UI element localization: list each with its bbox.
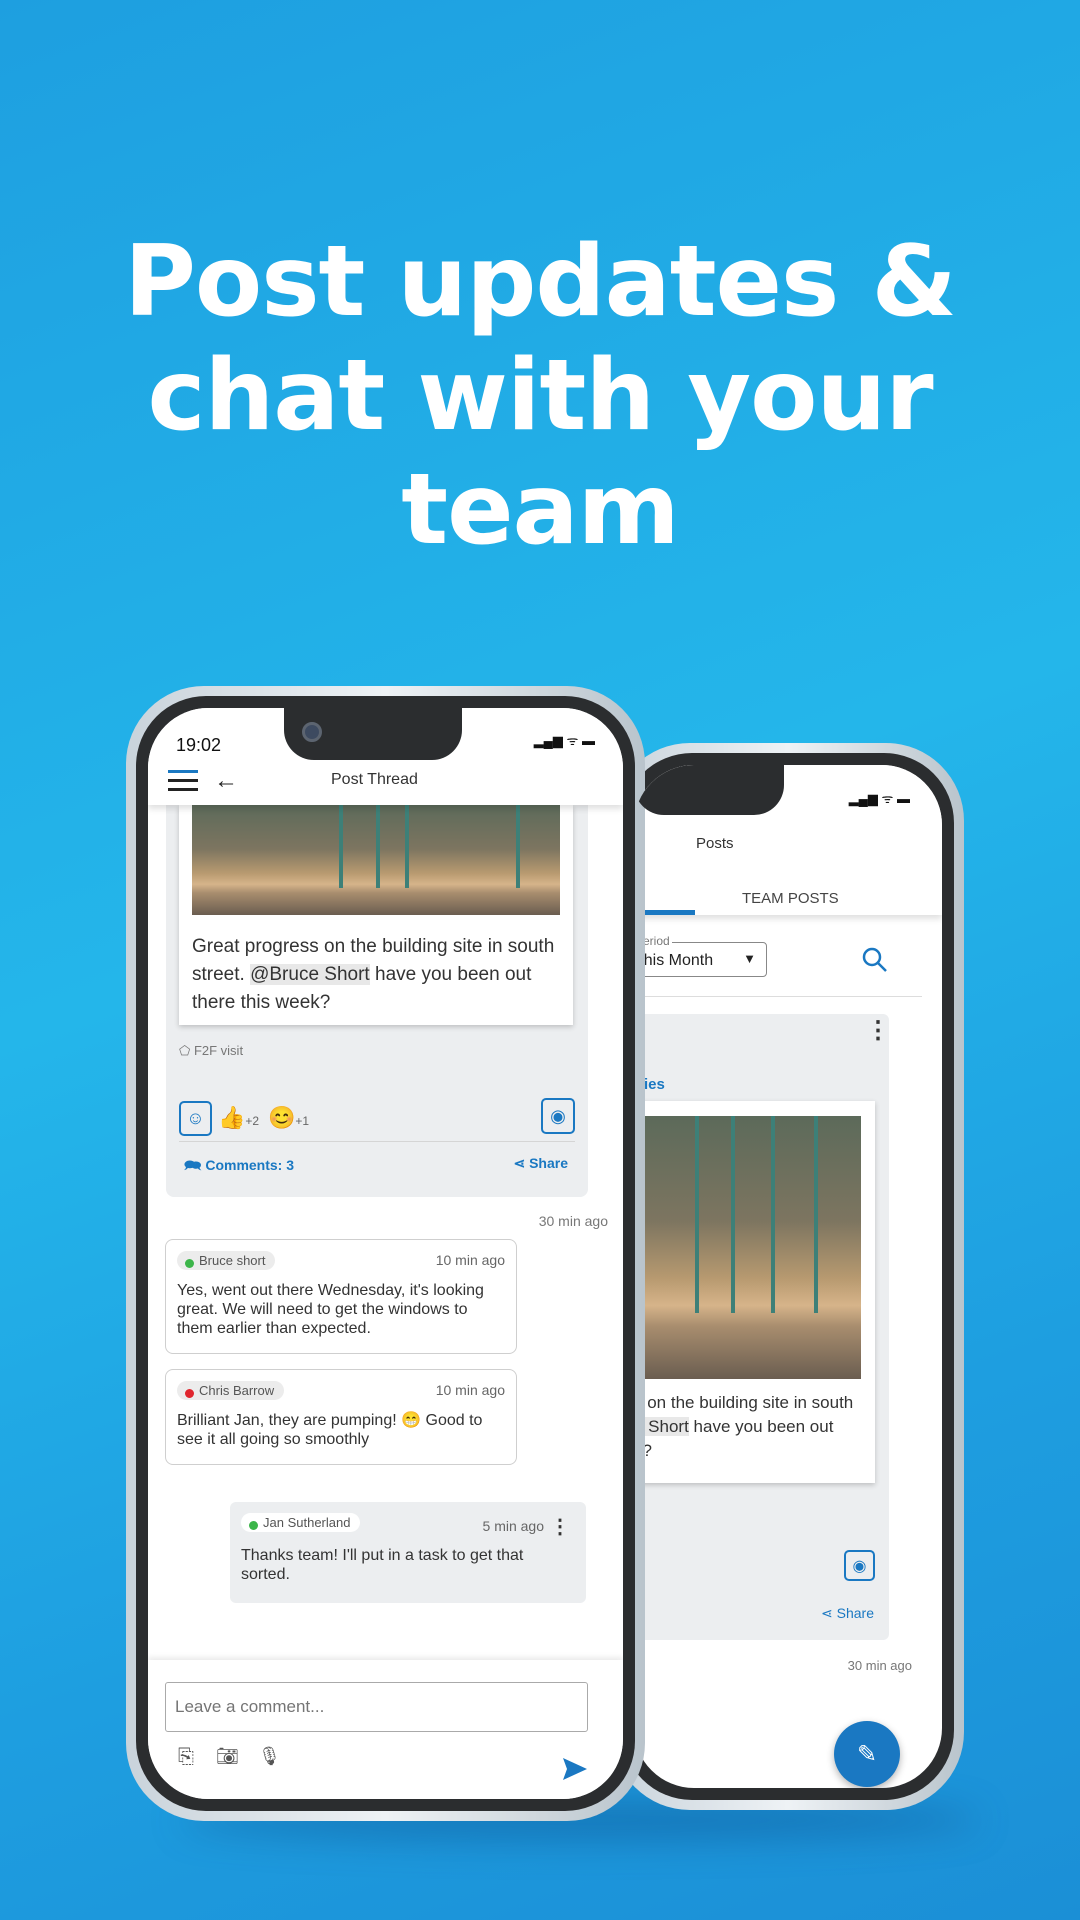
back-phone: ▂▄▆ ᯤ ▬ Posts TEAM POSTS Period This Mon… <box>612 743 964 1810</box>
post-card: ⋮ ies s on the building site in south e … <box>634 1014 890 1640</box>
attachment-icon[interactable]: ⎘ <box>178 1746 194 1769</box>
reaction-count: +2 <box>245 1114 260 1128</box>
search-icon[interactable] <box>861 946 889 974</box>
new-post-fab[interactable]: ✎ <box>834 1721 900 1787</box>
reaction-smile[interactable]: 😊+1 <box>268 1105 309 1131</box>
author-chip: Bruce short <box>177 1251 276 1270</box>
send-icon[interactable] <box>563 1758 587 1780</box>
status-icons: ▂▄▆ ᯤ ▬ <box>848 791 910 806</box>
comments-button[interactable]: 🗪 Comments: 3 <box>184 1155 294 1179</box>
composer: ⎘ 📷︎ 🎙︎ <box>148 1660 623 1799</box>
reaction-count: +1 <box>295 1114 310 1128</box>
post-text-line: e Short have you been out <box>634 1417 833 1437</box>
post-photo <box>192 805 560 915</box>
mention[interactable]: @Bruce Short <box>250 964 370 985</box>
comment-time: 5 min ago <box>482 1518 544 1534</box>
kebab-menu-icon[interactable]: ⋮ <box>550 1514 570 1539</box>
author-chip: Chris Barrow <box>177 1381 285 1400</box>
comment-chris: Chris Barrow 10 min ago Brilliant Jan, t… <box>165 1369 517 1465</box>
post-thread-screen: 19:02 ▂▄▆ ᯤ ▬ ← Post Thread Great progre… <box>148 708 623 1799</box>
post-text: have you been out <box>693 1417 834 1436</box>
period-value: This Month <box>634 952 714 969</box>
comment-jan: Jan Sutherland 5 min ago ⋮ Thanks team! … <box>230 1502 586 1603</box>
reaction-thumbs-up[interactable]: 👍+2 <box>218 1105 259 1131</box>
comment-text: Yes, went out there Wednesday, it's look… <box>177 1282 484 1337</box>
thumbs-up-icon: 👍 <box>218 1105 246 1130</box>
kebab-menu-icon[interactable]: ⋮ <box>866 1019 890 1043</box>
share-label: Share <box>529 1155 568 1171</box>
comments-label: Comments: 3 <box>205 1157 295 1173</box>
hamburger-icon[interactable] <box>168 770 198 792</box>
arrow-left-icon[interactable]: ← <box>214 767 238 795</box>
eye-button[interactable]: ◉ <box>844 1550 875 1581</box>
eye-button[interactable]: ◉ <box>541 1098 575 1134</box>
tag-label: F2F visit <box>193 1043 244 1058</box>
divider <box>179 1141 575 1142</box>
share-icon: ⋖ <box>513 1155 526 1171</box>
comment-bruce: Bruce short 10 min ago Yes, went out the… <box>165 1239 517 1354</box>
post-time: 30 min ago <box>847 1658 912 1673</box>
screen-title: Posts <box>696 835 734 852</box>
share-button[interactable]: ⋖ Share <box>821 1605 874 1622</box>
share-label: Share <box>836 1605 874 1621</box>
screen-title: Post Thread <box>331 771 418 788</box>
post-text: Great progress on the building site in s… <box>192 933 560 1017</box>
eye-icon: ◉ <box>550 1105 566 1126</box>
comment-text: Brilliant Jan, they are pumping! 😁 Good … <box>177 1411 486 1449</box>
comment-text: Thanks team! I'll put in a task to get t… <box>241 1547 524 1583</box>
camera-icon[interactable]: 📷︎ <box>216 1746 239 1767</box>
post-category-link[interactable]: ies <box>644 1076 665 1093</box>
tag-icon: ⬠ <box>179 1043 191 1058</box>
eye-icon: ◉ <box>852 1557 867 1575</box>
comments-icon: 🗪 <box>184 1157 202 1173</box>
add-reaction-button[interactable]: ☺ <box>179 1101 212 1136</box>
share-button[interactable]: ⋖ Share <box>513 1155 568 1172</box>
post-card: Great progress on the building site in s… <box>166 805 588 1197</box>
tab-team-posts[interactable]: TEAM POSTS <box>742 890 839 907</box>
comment-time: 10 min ago <box>435 1252 505 1268</box>
posts-screen: ▂▄▆ ᯤ ▬ Posts TEAM POSTS Period This Mon… <box>634 765 942 1788</box>
author-chip: Jan Sutherland <box>241 1513 361 1532</box>
caret-down-icon: ▼ <box>743 951 756 966</box>
comment-input[interactable] <box>165 1682 588 1732</box>
smiley-icon: ☺ <box>186 1108 205 1128</box>
divider <box>634 996 922 997</box>
status-time: 19:02 <box>176 735 222 755</box>
smile-icon: 😊 <box>268 1105 296 1130</box>
tag[interactable]: ⬠ F2F visit <box>179 1043 243 1059</box>
comment-text-part: Brilliant Jan, they are pumping! <box>177 1412 397 1429</box>
comment-time: 10 min ago <box>435 1382 505 1398</box>
period-dropdown[interactable]: Period This Month ▼ <box>634 934 767 977</box>
grin-emoji: 😁 <box>401 1412 422 1429</box>
new-post-icon: ✎ <box>856 1740 878 1768</box>
post-photo <box>634 1116 861 1379</box>
post-time: 30 min ago <box>538 1213 608 1229</box>
post-text-line: s on the building site in south <box>634 1393 854 1412</box>
headline-line-1: Post updates & <box>124 225 957 339</box>
microphone-icon[interactable]: 🎙︎ <box>258 1746 281 1767</box>
headline: Post updates & chat with your team <box>0 225 1080 567</box>
headline-line-2: chat with your team <box>147 339 933 567</box>
front-phone: 19:02 ▂▄▆ ᯤ ▬ ← Post Thread Great progre… <box>126 686 645 1821</box>
status-icons: ▂▄▆ ᯤ ▬ <box>533 733 595 748</box>
